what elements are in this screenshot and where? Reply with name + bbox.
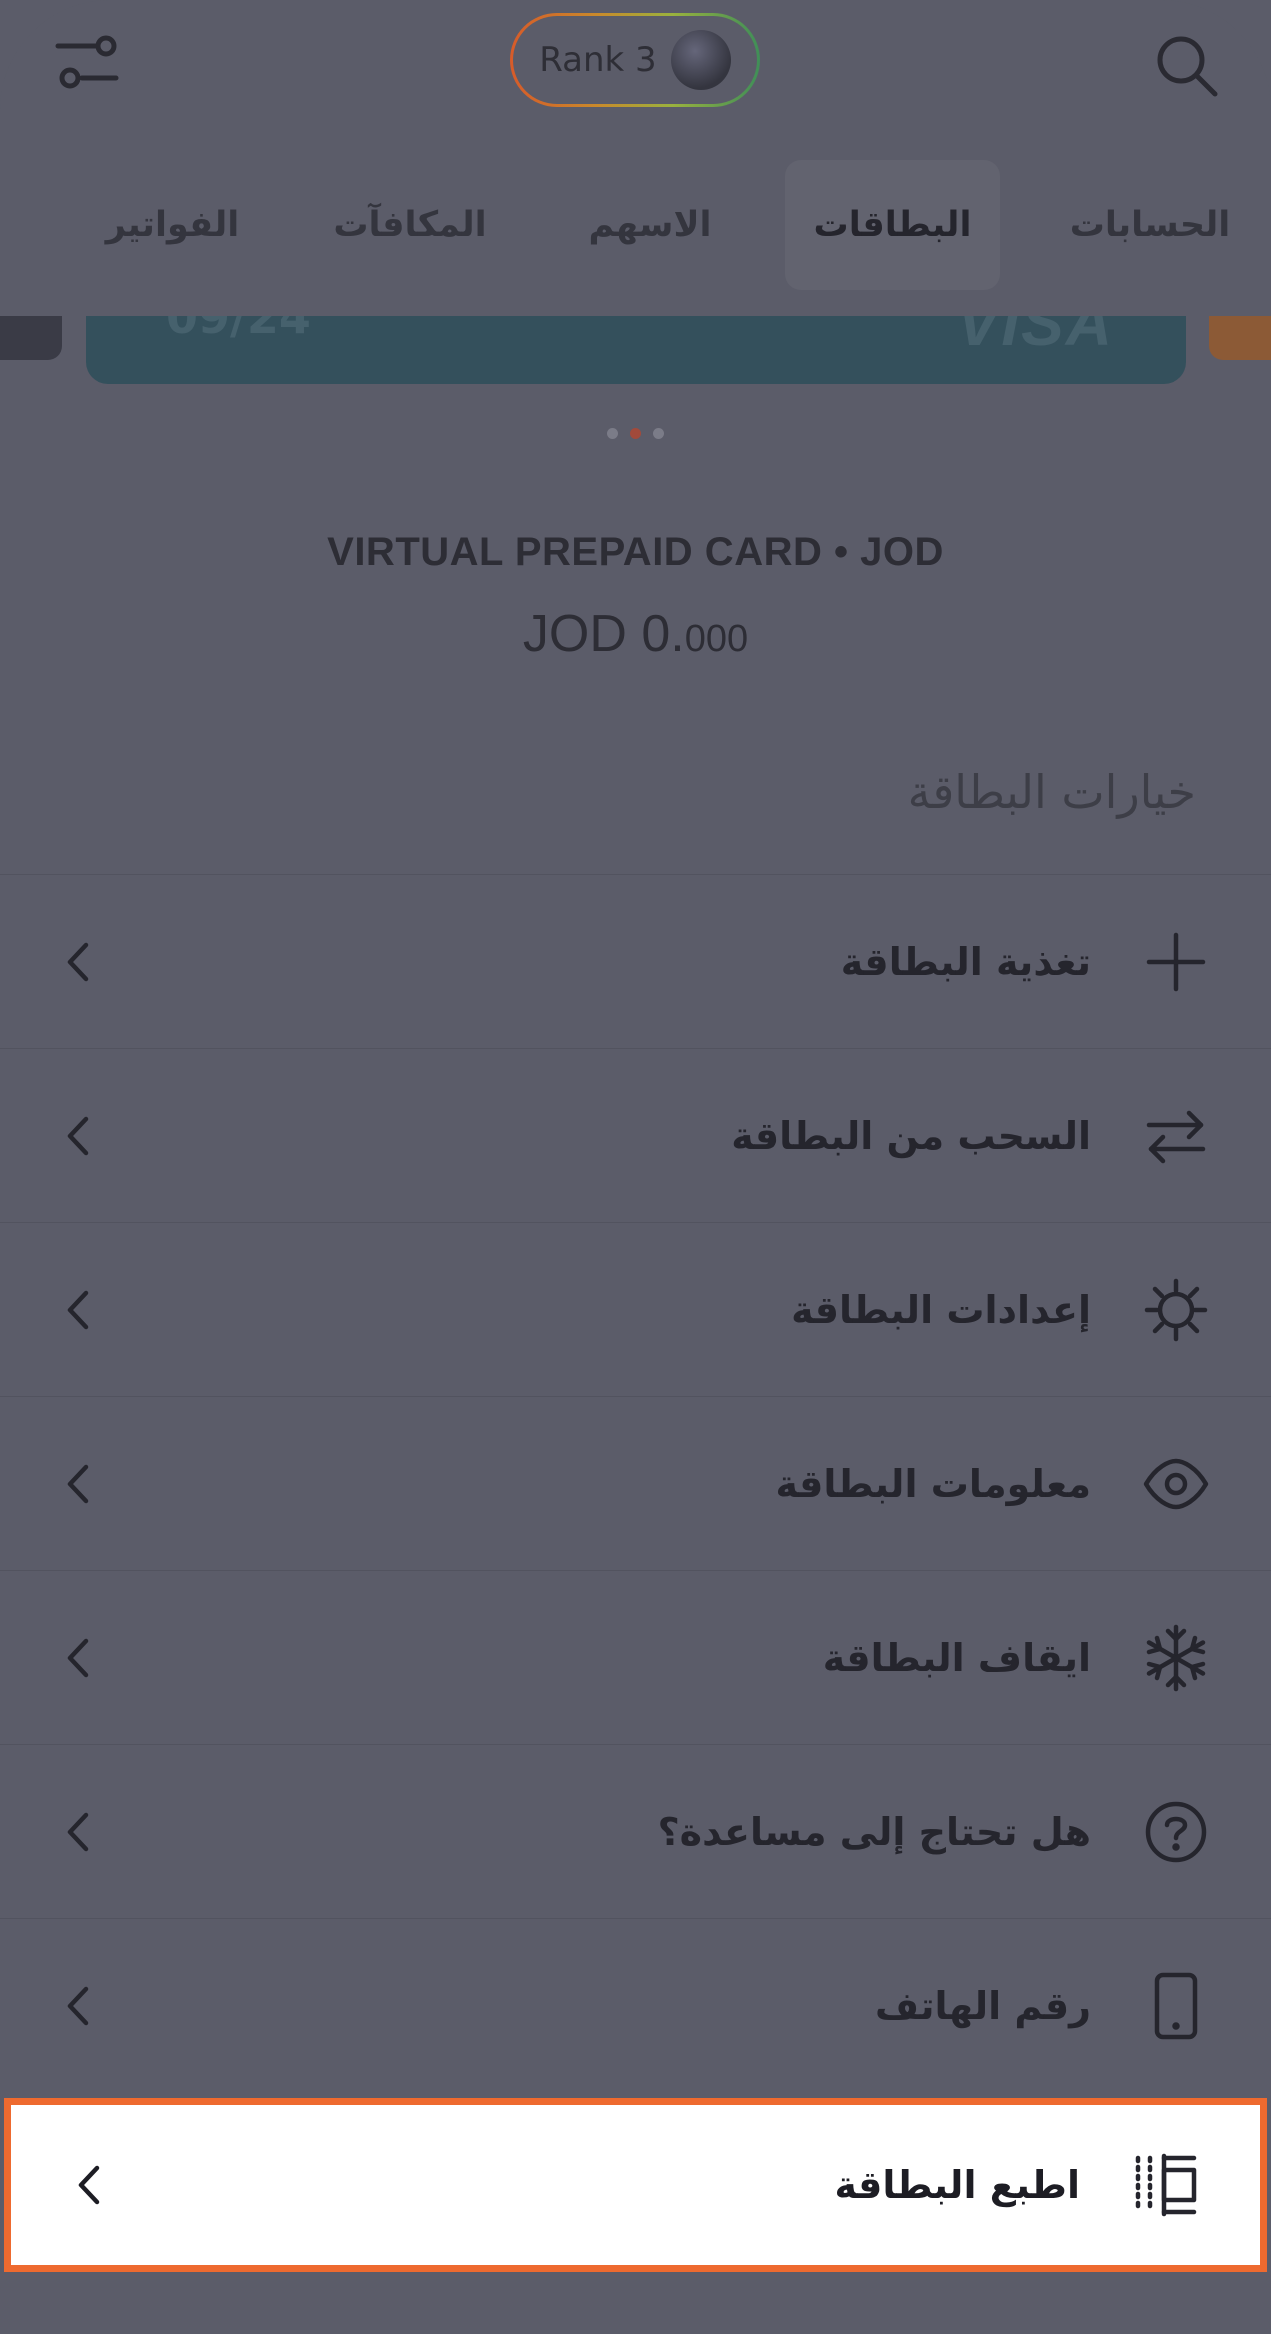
card-image[interactable]: 09/24 VISA <box>86 316 1186 384</box>
card-expiry: 09/24 <box>166 316 311 344</box>
balance-main: JOD 0. <box>522 605 685 663</box>
tab-stocks[interactable]: الاسهم <box>565 160 735 290</box>
search-icon[interactable] <box>1151 30 1223 102</box>
option-label: هل تحتاج إلى مساعدة؟ <box>657 1809 1091 1854</box>
option-label: رقم الهاتف <box>875 1983 1091 2028</box>
option-label: إعدادات البطاقة <box>791 1287 1091 1332</box>
option-label: ايقاف البطاقة <box>822 1635 1091 1680</box>
card-options-title: خيارات البطاقة <box>907 765 1196 819</box>
chevron-left-icon <box>58 1633 98 1683</box>
help-question-icon <box>1141 1797 1211 1867</box>
option-top-up-card[interactable]: تغذية البطاقة <box>0 874 1271 1048</box>
option-phone-number[interactable]: رقم الهاتف <box>0 1918 1271 2092</box>
rank-badge[interactable]: Rank 3 <box>510 13 760 107</box>
carousel-dots <box>0 428 1271 439</box>
option-label: اطبع البطاقة <box>834 2163 1080 2207</box>
option-card-information[interactable]: معلومات البطاقة <box>0 1396 1271 1570</box>
carousel-dot <box>607 428 618 439</box>
tab-label: البطاقات <box>813 205 972 245</box>
rank-label: Rank 3 <box>539 40 657 80</box>
carousel-dot <box>653 428 664 439</box>
previous-card-peek[interactable] <box>0 316 62 360</box>
chevron-left-icon <box>58 937 98 987</box>
tab-label: الفواتير <box>105 205 240 245</box>
option-label: السحب من البطاقة <box>731 1113 1091 1158</box>
carousel-dot-active <box>630 428 641 439</box>
option-need-help[interactable]: هل تحتاج إلى مساعدة؟ <box>0 1744 1271 1918</box>
option-freeze-card[interactable]: ايقاف البطاقة <box>0 1570 1271 1744</box>
tab-label: الحسابات <box>1069 205 1231 245</box>
chevron-left-icon <box>58 1285 98 1335</box>
option-print-card[interactable]: اطبع البطاقة <box>4 2098 1267 2272</box>
tab-bills[interactable]: الفواتير <box>100 160 245 290</box>
rank-avatar <box>670 30 731 90</box>
tab-cards[interactable]: البطاقات <box>785 160 1000 290</box>
chevron-left-icon <box>58 1807 98 1857</box>
chevron-left-icon <box>58 1981 98 2031</box>
mobile-phone-icon <box>1141 1971 1211 2041</box>
card-balance: JOD 0.000 <box>0 604 1271 664</box>
balance-decimals: 000 <box>684 618 749 660</box>
chevron-left-icon <box>58 1111 98 1161</box>
eye-icon <box>1141 1449 1211 1519</box>
tab-label: الاسهم <box>588 205 712 245</box>
option-label: تغذية البطاقة <box>840 939 1091 984</box>
transfer-arrows-icon <box>1141 1101 1211 1171</box>
chevron-left-icon <box>69 2160 109 2210</box>
top-tabs: الحسابات البطاقات الاسهم المكافآت الفوات… <box>0 160 1271 290</box>
card-type-label: VIRTUAL PREPAID CARD • JOD <box>327 530 944 574</box>
card-carousel[interactable]: 09/24 VISA <box>0 316 1271 396</box>
tab-rewards[interactable]: المكافآت <box>320 160 500 290</box>
tab-label: المكافآت <box>333 205 487 245</box>
filter-sliders-icon[interactable] <box>52 28 122 98</box>
visa-logo: VISA <box>956 316 1114 359</box>
settings-gear-icon <box>1141 1275 1211 1345</box>
rank-badge-inner: Rank 3 <box>513 16 757 104</box>
print-card-icon <box>1130 2150 1200 2220</box>
chevron-left-icon <box>58 1459 98 1509</box>
next-card-peek[interactable] <box>1209 316 1271 360</box>
tab-accounts[interactable]: الحسابات <box>1050 160 1250 290</box>
snowflake-icon <box>1141 1623 1211 1693</box>
top-bar: Rank 3 <box>0 0 1271 130</box>
option-label: معلومات البطاقة <box>775 1461 1091 1506</box>
option-card-settings[interactable]: إعدادات البطاقة <box>0 1222 1271 1396</box>
plus-icon <box>1141 927 1211 997</box>
option-withdraw-from-card[interactable]: السحب من البطاقة <box>0 1048 1271 1222</box>
card-screen: Rank 3 الحسابات البطاقات الاسهم المكافآت… <box>0 0 1271 2334</box>
